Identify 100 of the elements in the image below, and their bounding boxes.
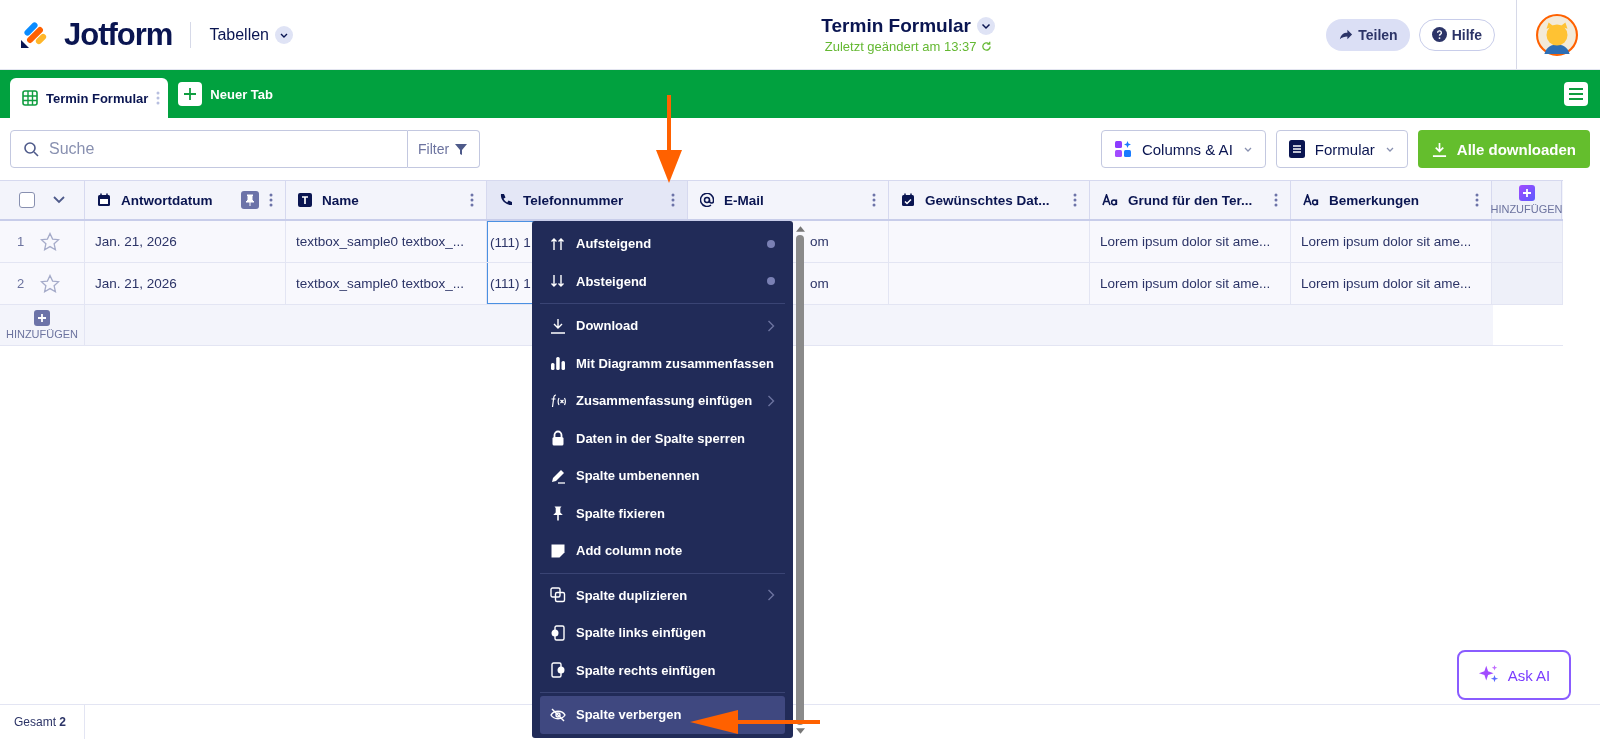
- column-header[interactable]: Telefonnummer: [487, 181, 688, 219]
- plus-icon: [178, 82, 203, 106]
- search-field[interactable]: Suche: [10, 130, 408, 168]
- phone-icon: [499, 193, 513, 207]
- table-cell: Jan. 21, 2026: [85, 221, 286, 262]
- function-icon: [550, 392, 566, 409]
- calendar-icon: [97, 193, 111, 207]
- copy-icon: [550, 587, 566, 604]
- document-icon: [1288, 140, 1305, 158]
- column-title: Bemerkungen: [1329, 192, 1421, 208]
- kebab-icon[interactable]: [1073, 192, 1077, 208]
- row-number: 2: [17, 276, 25, 291]
- column-title: Name: [322, 192, 360, 208]
- form-dropdown[interactable]: Formular: [1275, 130, 1408, 168]
- add-column-button[interactable]: HINZUFÜGEN: [1492, 181, 1562, 219]
- total-count: Gesamt 2: [14, 715, 67, 729]
- chevron-right-icon: [767, 394, 775, 407]
- note-icon: [550, 542, 566, 559]
- menu-item[interactable]: Spalte umbenennen: [540, 457, 785, 495]
- kebab-icon[interactable]: [1475, 192, 1479, 208]
- scroll-down-icon[interactable]: [795, 728, 805, 734]
- column-title: Grund für den Ter...: [1128, 192, 1254, 208]
- text-icon: [298, 193, 312, 207]
- section-dropdown[interactable]: Tabellen: [209, 25, 293, 44]
- eye-off-icon: [550, 706, 566, 723]
- menu-item[interactable]: Spalte duplizieren: [540, 576, 785, 614]
- menu-icon[interactable]: [1564, 82, 1588, 106]
- table-cell: textbox_sample0 textbox_...: [286, 263, 487, 304]
- plus-icon: [1518, 185, 1535, 201]
- download-icon: [1431, 141, 1447, 157]
- column-title: Gewünschtes Dat...: [925, 192, 1051, 208]
- scroll-up-icon[interactable]: [795, 226, 805, 232]
- chevron-down-icon[interactable]: [976, 17, 995, 35]
- table-icon: [22, 90, 38, 106]
- bar-chart-icon: [550, 355, 566, 372]
- refresh-icon[interactable]: [980, 41, 992, 52]
- download-icon: [550, 317, 566, 334]
- kebab-icon[interactable]: [269, 192, 273, 208]
- chevron-down-icon[interactable]: [275, 25, 293, 44]
- menu-item[interactable]: Spalte links einfügen: [540, 614, 785, 652]
- chevron-right-icon: [767, 319, 775, 332]
- share-button[interactable]: Teilen: [1326, 18, 1410, 51]
- chevron-down-icon[interactable]: [53, 196, 65, 204]
- column-header[interactable]: Antwortdatum: [85, 181, 286, 219]
- text-size-icon: [1303, 194, 1319, 206]
- plus-icon: [34, 310, 50, 326]
- share-icon: [1338, 27, 1354, 42]
- text-size-icon: [1102, 194, 1118, 206]
- menu-item[interactable]: Add column note: [540, 532, 785, 570]
- menu-item[interactable]: Download: [540, 307, 785, 345]
- kebab-icon[interactable]: [1274, 192, 1278, 208]
- avatar-icon[interactable]: [1536, 13, 1578, 56]
- menu-item[interactable]: Mit Diagramm zusammenfassen: [540, 344, 785, 382]
- menu-item[interactable]: Spalte fixieren: [540, 494, 785, 532]
- table-cell: Jan. 21, 2026: [85, 263, 286, 304]
- help-button[interactable]: Hilfe: [1418, 18, 1495, 51]
- table-cell: Lorem ipsum dolor sit ame...: [1090, 221, 1291, 262]
- ask-ai-button[interactable]: Ask AI: [1457, 650, 1571, 700]
- column-header[interactable]: Gewünschtes Dat...: [889, 181, 1090, 219]
- insert-right-icon: [550, 662, 566, 679]
- radio-dot: [767, 277, 775, 286]
- column-title: E-Mail: [724, 192, 765, 208]
- column-title: Telefonnummer: [523, 192, 625, 208]
- logo-icon: [20, 20, 48, 49]
- pencil-icon: [550, 467, 566, 484]
- table-cell: textbox_sample0 textbox_...: [286, 221, 487, 262]
- brand-name: Jotform: [64, 16, 173, 53]
- pin-badge-icon[interactable]: [241, 191, 259, 209]
- add-row-button[interactable]: HINZUFÜGEN: [0, 305, 85, 345]
- lock-icon: [550, 430, 566, 447]
- calendar-check-icon: [901, 193, 915, 207]
- chevron-right-icon: [767, 589, 775, 602]
- column-title: Antwortdatum: [121, 192, 214, 208]
- search-icon: [23, 141, 39, 157]
- form-title: Termin Formular: [821, 15, 971, 37]
- menu-item[interactable]: Daten in der Spalte sperren: [540, 419, 785, 457]
- menu-item[interactable]: Spalte rechts einfügen: [540, 651, 785, 689]
- star-icon[interactable]: [40, 273, 61, 294]
- menu-item[interactable]: Spalte verbergen: [540, 696, 785, 734]
- star-icon[interactable]: [40, 231, 61, 252]
- kebab-icon[interactable]: [671, 192, 675, 208]
- select-all-checkbox[interactable]: [19, 192, 35, 208]
- filter-button[interactable]: Filter: [408, 130, 481, 168]
- columns-ai-button[interactable]: Columns & AI: [1100, 130, 1266, 168]
- grid-sparkle-icon: [1113, 140, 1132, 158]
- filter-icon: [455, 143, 468, 155]
- table-cell: Lorem ipsum dolor sit ame...: [1090, 263, 1291, 304]
- at-sign-icon: [700, 193, 714, 207]
- help-icon: [1431, 27, 1447, 42]
- radio-dot: [767, 239, 775, 248]
- tab[interactable]: Termin Formular: [10, 78, 169, 118]
- menu-item[interactable]: Zusammenfassung einfügen: [540, 382, 785, 420]
- column-header[interactable]: Grund für den Ter...: [1090, 181, 1291, 219]
- kebab-icon[interactable]: [470, 192, 474, 208]
- row-number: 1: [17, 234, 25, 249]
- column-header[interactable]: E-Mail: [688, 181, 889, 219]
- scrollbar[interactable]: [795, 226, 805, 734]
- kebab-icon[interactable]: [872, 192, 876, 208]
- insert-left-icon: [550, 624, 566, 641]
- last-modified-text: Zuletzt geändert am 13:37: [824, 39, 977, 54]
